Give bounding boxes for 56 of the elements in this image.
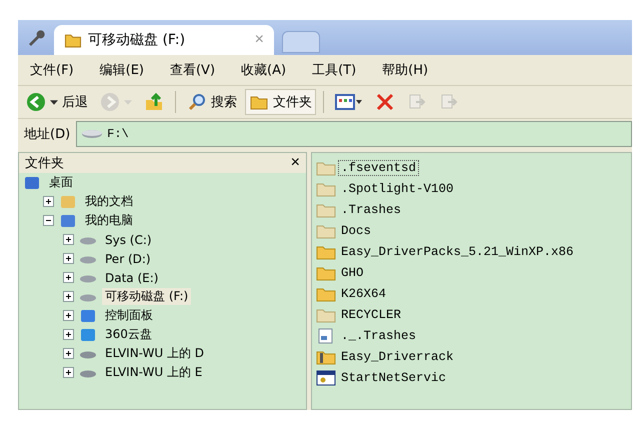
back-button[interactable]: 后退 [22,89,92,115]
file-name[interactable]: GHO [338,264,367,280]
file-name[interactable]: ._.Trashes [338,328,420,344]
folder-up-icon [144,92,164,112]
tree-item[interactable]: 控制面板 [102,307,156,324]
tab-title: 可移动磁盘 (F:) [88,31,186,49]
expand-icon[interactable] [63,272,74,283]
delete-icon [375,92,395,112]
file-name[interactable]: Docs [338,222,374,238]
menu-item[interactable]: 收藏(A) [241,61,286,79]
window-icon [316,370,336,386]
file-name[interactable]: Easy_DriverPacks_5.21_WinXP.x86 [338,244,577,260]
collapse-icon[interactable] [43,215,54,226]
tree-item[interactable]: 桌面 [46,174,76,191]
search-button[interactable]: 搜索 [183,89,241,115]
views-icon [335,92,363,112]
menu-item[interactable]: 编辑(E) [100,61,144,79]
tree-item[interactable]: Sys (C:) [102,232,155,246]
expand-icon[interactable] [43,196,54,207]
tree-item[interactable]: ELVIN-WU 上的 E [102,364,206,381]
archive-icon [316,348,336,364]
file-name[interactable]: StartNetServic [338,370,450,386]
file-name[interactable]: Easy_Driverrack [338,348,457,364]
expand-icon[interactable] [63,348,74,359]
drive-icon [81,128,104,140]
expand-icon[interactable] [63,253,74,264]
expand-icon[interactable] [63,291,74,302]
close-button[interactable]: × [290,154,300,172]
tree-item[interactable]: Per (D:) [102,252,154,266]
file-name[interactable]: RECYCLER [338,306,404,322]
file-name[interactable]: .fseventsd [338,160,420,176]
menu-item[interactable]: 工具(T) [312,61,356,79]
file-name[interactable]: .Trashes [338,202,404,218]
search-icon [187,92,207,112]
file-name[interactable]: .Spotlight-V100 [338,180,457,196]
browser-tab[interactable]: 可移动磁盘 (F:) × [54,25,274,55]
expand-icon[interactable] [63,329,74,340]
menu-item[interactable]: 文件(F) [30,61,74,79]
expand-icon[interactable] [63,234,74,245]
tree-item[interactable]: ELVIN-WU 上的 D [102,345,208,362]
tree-item[interactable]: 我的电脑 [82,212,136,229]
pane-title: 文件夹 [25,155,64,172]
expand-icon[interactable] [63,310,74,321]
tree-item[interactable]: 360云盘 [102,326,155,343]
menu-item[interactable]: 查看(V) [170,61,216,79]
menu-item[interactable]: 帮助(H) [382,61,428,79]
caret-icon [124,100,132,104]
caret-icon [50,100,58,104]
address-field[interactable]: F:\ [76,121,632,147]
folders-button[interactable]: 文件夹 [245,89,316,115]
tree-item[interactable]: Data (E:) [102,270,162,284]
tree-item[interactable]: 我的文档 [82,193,136,210]
address-label: 地址(D) [24,126,70,143]
file-name[interactable]: K26X64 [338,286,390,302]
tree-item[interactable]: 可移动磁盘 (F:) [102,288,192,305]
expand-icon[interactable] [63,367,74,378]
